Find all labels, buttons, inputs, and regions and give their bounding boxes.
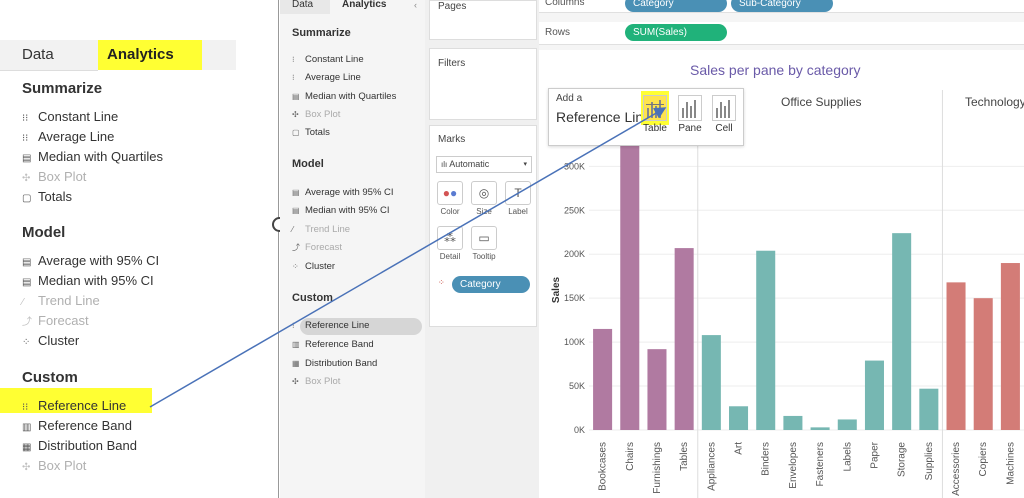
arrow-overlay [149,107,667,408]
pointer-arrow [149,107,667,408]
